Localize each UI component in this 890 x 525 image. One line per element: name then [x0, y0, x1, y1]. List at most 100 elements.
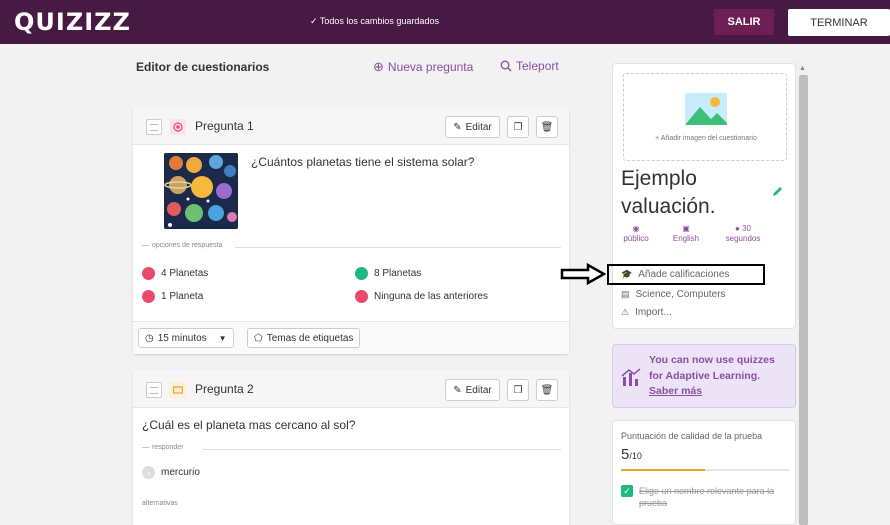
scroll-up-icon[interactable]: ▲ [799, 65, 806, 72]
question-card-2: Pregunta 2 ✎ Editar ❐ 🗑 ¿Cuál es el plan… [133, 370, 569, 525]
option-text: Ninguna de las anteriores [374, 291, 488, 302]
trash-icon: 🗑 [540, 384, 554, 396]
answer-options-label: — opciones de respuesta [142, 242, 223, 249]
question-text: ¿Cuál es el planeta mas cercano al sol? [142, 418, 356, 432]
answer-option[interactable]: 8 Planetas [355, 267, 421, 280]
chevron-down-icon: ▼ [218, 333, 227, 343]
answer-option[interactable]: 4 Planetas [142, 267, 208, 280]
finish-button[interactable]: TERMINAR [788, 9, 890, 36]
visibility-setting[interactable]: ◉ público [621, 224, 651, 244]
checklist-text: Elige un nombre relevante para la prueba [639, 486, 775, 508]
question-card-1: Pregunta 1 ✎ Editar ❐ 🗑 ¿Cuántos planeta… [133, 107, 569, 354]
quality-progress-track [621, 469, 789, 471]
search-icon [500, 60, 512, 72]
option-text: 8 Planetas [374, 268, 422, 279]
incorrect-dot-icon [142, 267, 155, 280]
pencil-icon: ✎ [453, 384, 462, 396]
edit-button[interactable]: ✎ Editar [445, 379, 500, 401]
import-label: Import... [635, 307, 672, 318]
pencil-icon: ✎ [453, 121, 462, 133]
teleport-label: Teleport [516, 59, 559, 73]
incorrect-dot-icon [142, 290, 155, 303]
option-text: 4 Planetas [161, 268, 209, 279]
time-select[interactable]: ◷ 15 minutos ▼ [138, 328, 234, 348]
chevron-right-icon: › [142, 466, 155, 479]
question-title: Pregunta 2 [195, 382, 254, 396]
top-bar: QUIZIZZ ✓ Todos los cambios guardados SA… [0, 0, 890, 44]
add-image-box[interactable]: + Añadir imagen del cuestionario [623, 73, 787, 161]
quality-score-panel: Puntuación de calidad de la prueba 5/10 … [612, 420, 796, 525]
add-image-label: + Añadir imagen del cuestionario [655, 135, 757, 142]
subjects-button[interactable]: ▤ Science, Computers [621, 289, 726, 300]
promo-text: You can now use quizzes for Adaptive Lea… [649, 354, 775, 382]
delete-button[interactable]: 🗑 [536, 116, 558, 138]
checkbox-checked-icon[interactable]: ✓ [621, 485, 633, 497]
clock-icon: ◷ [145, 332, 154, 344]
answer-option[interactable]: Ninguna de las anteriores [355, 290, 488, 303]
tags-label: Temas de etiquetas [266, 332, 354, 344]
adaptive-learning-promo: You can now use quizzes for Adaptive Lea… [612, 344, 796, 408]
open-ended-icon [170, 382, 186, 398]
drag-handle-icon[interactable] [146, 382, 162, 398]
tag-icon: ⬠ [254, 332, 263, 344]
copy-icon: ❐ [513, 121, 523, 133]
drag-handle-icon[interactable] [146, 119, 162, 135]
import-button[interactable]: ⚠ Import... [621, 307, 672, 318]
question-header: Pregunta 2 ✎ Editar ❐ 🗑 [133, 370, 569, 408]
divider [203, 449, 561, 450]
language-setting[interactable]: ▣ English [669, 224, 703, 244]
chart-icon [621, 368, 641, 386]
quality-title: Puntuación de calidad de la prueba [621, 431, 763, 441]
time-unit: segundos [725, 234, 761, 243]
import-icon: ⚠ [621, 307, 630, 317]
duplicate-button[interactable]: ❐ [507, 116, 529, 138]
annotation-highlight-box [607, 264, 765, 285]
scrollbar-thumb[interactable] [799, 75, 808, 525]
multiple-choice-icon [170, 119, 186, 135]
learn-more-link[interactable]: Saber más [649, 385, 702, 397]
language-label: English [672, 234, 700, 243]
quiz-name[interactable]: Ejemplo valuación. [621, 165, 771, 221]
option-text: 1 Planeta [161, 291, 204, 302]
annotation-arrow-icon [560, 263, 606, 285]
question-text: ¿Cuántos planetas tiene el sistema solar… [251, 155, 475, 169]
copy-icon: ❐ [513, 384, 523, 396]
trash-icon: 🗑 [540, 121, 554, 133]
alternatives-label: alternativas [142, 500, 178, 507]
quality-progress-fill [621, 469, 705, 471]
subjects-label: Science, Computers [635, 289, 726, 300]
question-footer: ◷ 15 minutos ▼ ⬠ Temas de etiquetas [133, 321, 569, 354]
divider [235, 247, 561, 248]
question-header: Pregunta 1 ✎ Editar ❐ 🗑 [133, 107, 569, 145]
quality-checklist-item: ✓ Elige un nombre relevante para la prue… [621, 485, 789, 509]
new-question-button[interactable]: ⊕ Nueva pregunta [373, 59, 473, 75]
incorrect-dot-icon [355, 290, 368, 303]
time-value: 30 [742, 224, 751, 233]
edit-button[interactable]: ✎ Editar [445, 116, 500, 138]
duplicate-button[interactable]: ❐ [507, 379, 529, 401]
pencil-icon[interactable] [771, 185, 784, 198]
visibility-label: público [623, 234, 649, 243]
question-title: Pregunta 1 [195, 119, 254, 133]
language-icon: ▣ [682, 224, 690, 233]
teleport-button[interactable]: Teleport [500, 59, 559, 73]
question-image [164, 153, 238, 229]
edit-label: Editar [465, 384, 492, 396]
new-question-label: Nueva pregunta [387, 60, 474, 74]
answer-option[interactable]: 1 Planeta [142, 290, 203, 303]
quiz-info-panel: + Añadir imagen del cuestionario Ejemplo… [612, 63, 796, 329]
delete-button[interactable]: 🗑 [536, 379, 558, 401]
save-status: ✓ Todos los cambios guardados [310, 16, 439, 26]
time-value: 15 minutos [157, 332, 207, 344]
edit-label: Editar [465, 121, 492, 133]
image-icon [685, 93, 727, 125]
plus-circle-icon: ⊕ [373, 59, 384, 74]
correct-dot-icon [355, 267, 368, 280]
answer-option[interactable]: › mercurio [142, 466, 200, 479]
time-setting[interactable]: ● 30 segundos [721, 224, 765, 244]
answer-text: mercurio [161, 467, 200, 478]
exit-button[interactable]: SALIR [714, 9, 774, 35]
quizizz-logo[interactable]: QUIZIZZ [14, 8, 131, 36]
clock-icon: ● [735, 224, 740, 233]
tags-button[interactable]: ⬠ Temas de etiquetas [247, 328, 361, 348]
